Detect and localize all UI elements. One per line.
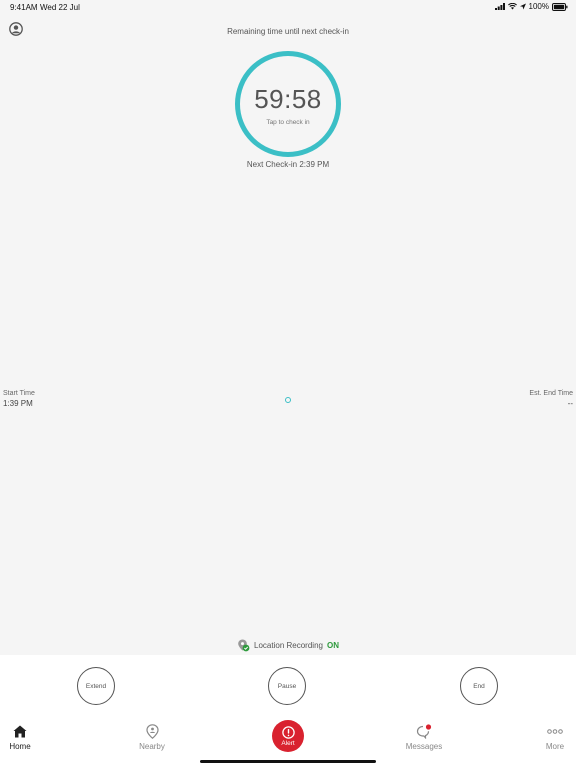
status-time: 9:41AM <box>10 3 38 12</box>
tab-home-label: Home <box>9 742 31 751</box>
pause-button[interactable]: Pause <box>268 667 306 705</box>
tab-messages-label: Messages <box>405 742 443 751</box>
more-ellipsis-icon <box>547 728 563 734</box>
countdown-display: 59:58 <box>254 84 322 114</box>
location-recording-status: Location Recording ON <box>0 639 576 652</box>
battery-icon <box>552 2 568 11</box>
end-time-block: Est. End Time -- <box>529 390 573 408</box>
home-icon <box>13 725 27 737</box>
loading-indicator <box>285 397 291 403</box>
alert-exclamation-icon <box>281 725 295 739</box>
start-time-label: Start Time <box>3 390 35 397</box>
tab-nearby[interactable]: Nearby <box>136 723 168 751</box>
home-indicator <box>200 760 376 763</box>
extend-button[interactable]: Extend <box>77 667 115 705</box>
location-recording-state: ON <box>326 641 339 650</box>
nearby-pin-icon <box>145 723 159 739</box>
status-bar: 9:41AM Wed 22 Jul 100% <box>0 0 576 14</box>
location-recording-label: Location Recording <box>254 641 323 650</box>
status-indicators: 100% <box>494 2 568 11</box>
messages-icon <box>416 723 432 739</box>
start-time-value: 1:39 PM <box>3 399 33 408</box>
location-arrow-icon <box>519 3 526 10</box>
tab-more[interactable]: More <box>542 723 568 751</box>
remaining-time-label: Remaining time until next check-in <box>227 27 349 36</box>
alert-label: Alert <box>281 739 295 747</box>
wifi-icon <box>507 3 517 10</box>
tab-nearby-label: Nearby <box>139 742 165 751</box>
check-in-timer-button[interactable]: 59:58 Tap to check in <box>235 51 341 157</box>
end-time-label: Est. End Time <box>529 390 573 397</box>
cellular-signal-icon <box>494 3 505 10</box>
tab-more-label: More <box>545 742 565 751</box>
end-time-value: -- <box>567 399 573 408</box>
battery-percentage: 100% <box>528 2 549 11</box>
tab-messages[interactable]: Messages <box>402 723 446 751</box>
tab-home[interactable]: Home <box>6 723 34 751</box>
alert-button[interactable]: Alert <box>272 720 304 752</box>
status-date: Wed 22 Jul <box>40 3 80 12</box>
end-button[interactable]: End <box>460 667 498 705</box>
start-time-block: Start Time 1:39 PM <box>3 390 35 408</box>
location-pin-check-icon <box>238 639 250 652</box>
tap-to-check-in-hint: Tap to check in <box>266 119 310 126</box>
action-bar: Extend Pause End <box>0 655 576 717</box>
next-check-in-label: Next Check-in 2:39 PM <box>246 160 330 169</box>
